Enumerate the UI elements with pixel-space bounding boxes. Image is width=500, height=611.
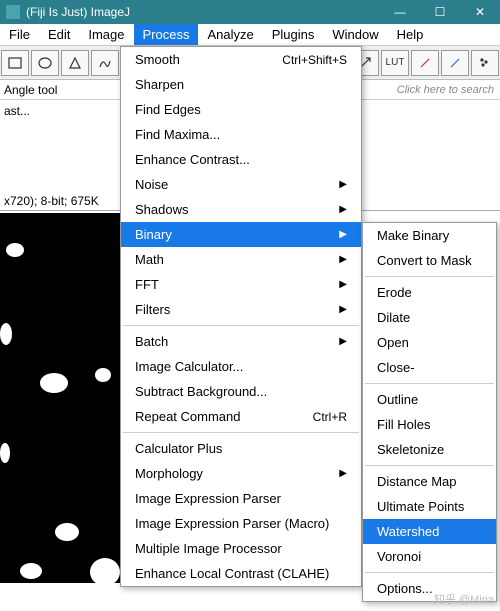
menu-item-calculator-plus[interactable]: Calculator Plus	[121, 436, 361, 461]
separator	[365, 465, 494, 466]
binary-submenu: Make Binary Convert to Mask Erode Dilate…	[362, 222, 497, 602]
minimize-button[interactable]: —	[380, 0, 420, 24]
menubar: File Edit Image Process Analyze Plugins …	[0, 24, 500, 46]
app-icon	[6, 5, 20, 19]
menu-item-noise[interactable]: Noise▶	[121, 172, 361, 197]
search-hint[interactable]: Click here to search	[397, 84, 500, 96]
menu-item-clahe[interactable]: Enhance Local Contrast (CLAHE)	[121, 561, 361, 586]
separator	[365, 572, 494, 573]
menu-item-outline[interactable]: Outline	[363, 387, 496, 412]
menu-process[interactable]: Process	[134, 24, 199, 45]
menu-item-distance-map[interactable]: Distance Map	[363, 469, 496, 494]
menu-item-watershed[interactable]: Watershed	[363, 519, 496, 544]
oval-icon	[37, 55, 53, 71]
separator	[365, 276, 494, 277]
menu-item-binary[interactable]: Binary▶	[121, 222, 361, 247]
menu-item-filters[interactable]: Filters▶	[121, 297, 361, 322]
brush-icon	[447, 55, 463, 71]
menu-item-voronoi[interactable]: Voronoi	[363, 544, 496, 569]
polygon-icon	[67, 55, 83, 71]
chevron-right-icon: ▶	[339, 229, 347, 240]
tool-status: Angle tool	[4, 83, 57, 97]
menu-item-ultimate-points[interactable]: Ultimate Points	[363, 494, 496, 519]
close-button[interactable]: ✕	[460, 0, 500, 24]
menu-item-fft[interactable]: FFT▶	[121, 272, 361, 297]
separator	[365, 383, 494, 384]
tool-oval[interactable]	[31, 50, 59, 76]
menu-item-smooth[interactable]: SmoothCtrl+Shift+S	[121, 47, 361, 72]
tool-freehand[interactable]	[91, 50, 119, 76]
chevron-right-icon: ▶	[339, 304, 347, 315]
rectangle-icon	[7, 55, 23, 71]
menu-item-image-expression-parser-macro[interactable]: Image Expression Parser (Macro)	[121, 511, 361, 536]
menu-item-close[interactable]: Close-	[363, 355, 496, 380]
brush-icon	[417, 55, 433, 71]
menu-item-shadows[interactable]: Shadows▶	[121, 197, 361, 222]
menu-item-repeat-command[interactable]: Repeat CommandCtrl+R	[121, 404, 361, 429]
process-menu-dropdown: SmoothCtrl+Shift+S Sharpen Find Edges Fi…	[120, 46, 362, 587]
watermark: 知乎 @Mina	[434, 591, 494, 607]
menu-image[interactable]: Image	[79, 24, 133, 45]
menu-item-skeletonize[interactable]: Skeletonize	[363, 437, 496, 462]
menu-file[interactable]: File	[0, 24, 39, 45]
menu-item-convert-to-mask[interactable]: Convert to Mask	[363, 248, 496, 273]
separator	[123, 432, 359, 433]
spray-icon	[477, 55, 493, 71]
maximize-button[interactable]: ☐	[420, 0, 460, 24]
menu-item-sharpen[interactable]: Sharpen	[121, 72, 361, 97]
chevron-right-icon: ▶	[339, 468, 347, 479]
menu-item-find-maxima[interactable]: Find Maxima...	[121, 122, 361, 147]
menu-item-image-expression-parser[interactable]: Image Expression Parser	[121, 486, 361, 511]
tool-rectangle[interactable]	[1, 50, 29, 76]
tool-polygon[interactable]	[61, 50, 89, 76]
menu-item-erode[interactable]: Erode	[363, 280, 496, 305]
menu-help[interactable]: Help	[388, 24, 433, 45]
menu-item-subtract-background[interactable]: Subtract Background...	[121, 379, 361, 404]
chevron-right-icon: ▶	[339, 179, 347, 190]
chevron-right-icon: ▶	[339, 336, 347, 347]
chevron-right-icon: ▶	[339, 279, 347, 290]
chevron-right-icon: ▶	[339, 254, 347, 265]
menu-edit[interactable]: Edit	[39, 24, 79, 45]
menu-item-image-calculator[interactable]: Image Calculator...	[121, 354, 361, 379]
freehand-icon	[97, 55, 113, 71]
menu-item-batch[interactable]: Batch▶	[121, 329, 361, 354]
separator	[123, 325, 359, 326]
tool-brush-red[interactable]	[411, 50, 439, 76]
titlebar: (Fiji Is Just) ImageJ — ☐ ✕	[0, 0, 500, 24]
tool-spray[interactable]	[471, 50, 499, 76]
chevron-right-icon: ▶	[339, 204, 347, 215]
tool-lut[interactable]: LUT	[381, 50, 409, 76]
menu-item-make-binary[interactable]: Make Binary	[363, 223, 496, 248]
menu-item-multiple-image-processor[interactable]: Multiple Image Processor	[121, 536, 361, 561]
menu-item-open[interactable]: Open	[363, 330, 496, 355]
menu-item-math[interactable]: Math▶	[121, 247, 361, 272]
menu-plugins[interactable]: Plugins	[263, 24, 324, 45]
menu-item-fill-holes[interactable]: Fill Holes	[363, 412, 496, 437]
tool-brush-blue[interactable]	[441, 50, 469, 76]
window-title: (Fiji Is Just) ImageJ	[26, 5, 130, 19]
menu-item-dilate[interactable]: Dilate	[363, 305, 496, 330]
menu-window[interactable]: Window	[323, 24, 387, 45]
menu-item-morphology[interactable]: Morphology▶	[121, 461, 361, 486]
menu-item-enhance-contrast[interactable]: Enhance Contrast...	[121, 147, 361, 172]
menu-item-find-edges[interactable]: Find Edges	[121, 97, 361, 122]
menu-analyze[interactable]: Analyze	[198, 24, 262, 45]
